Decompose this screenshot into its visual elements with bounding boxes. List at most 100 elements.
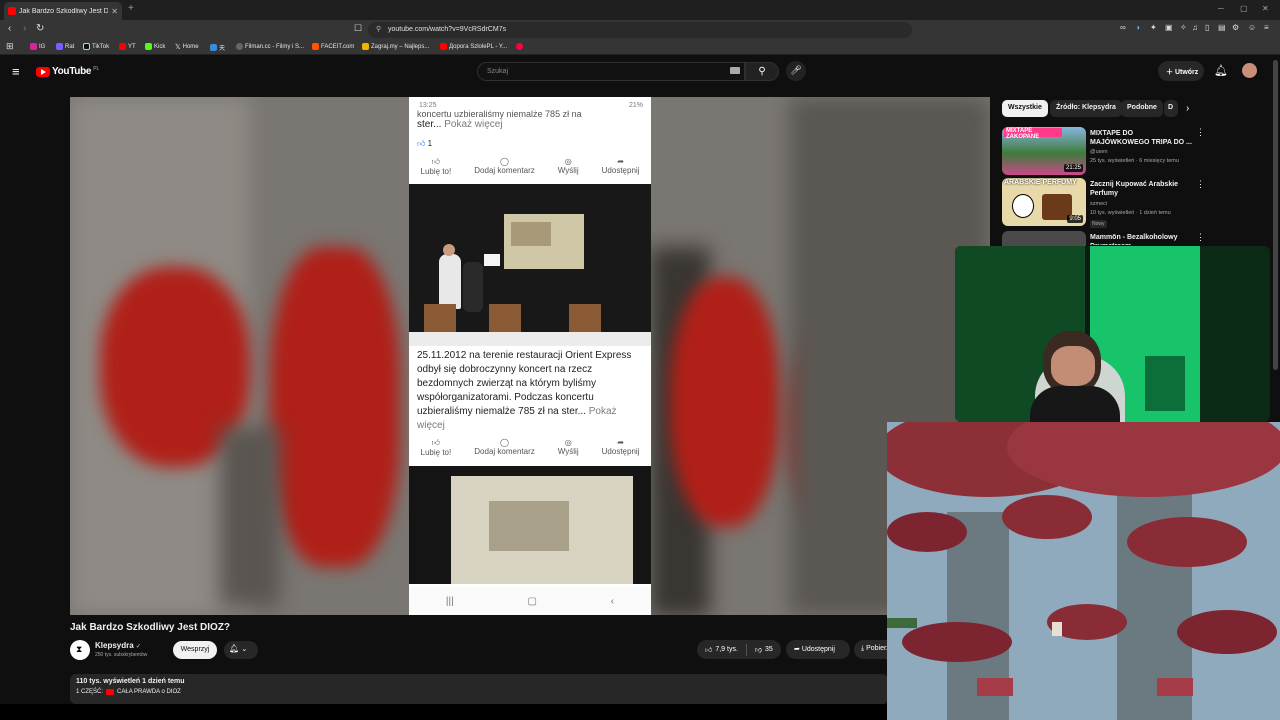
bookmark-tiktok[interactable]: TikTok xyxy=(83,43,109,50)
x-icon: 𝕏 xyxy=(175,44,181,51)
send-action[interactable]: ◎ Wyślij xyxy=(558,438,579,464)
recommendation-title[interactable]: MIXTAPE DO MAJÓWKOWEGO TRIPA DO ... xyxy=(1090,129,1192,147)
faceit-icon xyxy=(312,43,319,50)
bookmark-yt[interactable]: YT xyxy=(119,43,136,50)
channel-name[interactable]: Klepsydra ✓ xyxy=(95,641,141,650)
chip-source[interactable]: Źródło: Klepsydra xyxy=(1050,100,1122,117)
recent-apps-icon[interactable]: ||| xyxy=(446,596,454,607)
minimize-icon[interactable]: ─ xyxy=(1218,4,1224,13)
dislike-button[interactable]: 👎︎ 35 xyxy=(747,645,781,654)
show-more-link[interactable]: Pokaż więcej xyxy=(444,119,502,130)
hourglass-icon: ⧗ xyxy=(76,644,83,654)
desc-link[interactable]: CAŁA PRAWDA o DIOZ xyxy=(117,689,181,695)
recommendation-title[interactable]: Mammōn - Bezalkoholowy Drumstream xyxy=(1090,233,1192,245)
comment-action[interactable]: ◯ Dodaj komentarz xyxy=(474,157,534,183)
chip-all[interactable]: Wszystkie xyxy=(1002,100,1048,117)
share-action[interactable]: ➦ Udostępnij xyxy=(602,157,640,183)
recommendation-thumbnail[interactable] xyxy=(1002,231,1086,246)
logo-region: PL xyxy=(93,65,100,72)
thumbs-up-icon: 👍︎ xyxy=(431,438,441,447)
keyboard-icon[interactable] xyxy=(730,67,740,74)
menu-icon[interactable]: ≡ xyxy=(1264,23,1269,32)
recommendation-thumbnail[interactable]: ARABSKIE PERFUMY 9:05 xyxy=(1002,178,1086,226)
more-options-icon[interactable]: ⋮ xyxy=(1196,232,1205,243)
youtube-logo[interactable]: YouTube PL xyxy=(36,66,99,77)
extensions-puzzle-icon[interactable]: ✧ xyxy=(1180,23,1187,32)
extension-icon-3[interactable]: ✦ xyxy=(1150,23,1157,32)
sidebar-icon[interactable]: ▯ xyxy=(1205,23,1209,32)
bookmark-filman[interactable]: Filman.cc - Filmy i S... xyxy=(236,43,304,50)
back-icon[interactable]: ‹ xyxy=(8,23,11,34)
duration-badge: 9:05 xyxy=(1067,215,1083,223)
share-label: Udostępnij xyxy=(801,646,835,653)
action-label: Wyślij xyxy=(557,447,579,456)
close-tab-icon[interactable]: ✕ xyxy=(111,7,118,16)
bookmark-ig[interactable]: IG xyxy=(30,43,45,50)
recommendation-channel[interactable]: @usen xyxy=(1090,149,1108,155)
support-button[interactable]: Wesprzyj xyxy=(173,641,217,659)
bookmark-home[interactable]: 𝕏 Home xyxy=(175,43,199,51)
new-tab-button[interactable]: + xyxy=(128,3,134,14)
recommendation-channel[interactable]: szmeci xyxy=(1090,201,1107,207)
webcam-overlay xyxy=(955,246,1270,422)
bookmark-ten[interactable]: 天 xyxy=(210,43,225,52)
comment-action[interactable]: ◯ Dodaj komentarz xyxy=(474,438,534,464)
bookmark-label: YT xyxy=(128,43,136,50)
kick-icon xyxy=(145,43,152,50)
bookmark-szlole[interactable]: Дорога SzlolePL - Y... xyxy=(440,43,507,50)
address-bar[interactable]: ⚲ youtube.com/watch?v=9VcRSdrCM7s xyxy=(368,22,912,38)
bookmark-label: TikTok xyxy=(92,43,110,50)
reaction-row: 👍︎ 1 xyxy=(417,137,432,151)
site-info-icon[interactable]: ⚲ xyxy=(376,25,381,33)
more-options-icon[interactable]: ⋮ xyxy=(1196,179,1205,190)
bookmark-youtube-extra[interactable] xyxy=(516,43,525,50)
like-action[interactable]: 👍︎ Lubię to! xyxy=(421,438,452,464)
description-box[interactable] xyxy=(70,674,888,704)
recommendation-thumbnail[interactable]: MIXTAPE ZAKOPANE 21:25 xyxy=(1002,127,1086,175)
search-button[interactable]: ⚲ xyxy=(745,62,779,81)
cartoon-face xyxy=(1012,194,1034,218)
hamburger-menu-icon[interactable]: ≡ xyxy=(12,64,20,79)
like-action[interactable]: 👍︎ Lubię to! xyxy=(421,157,452,183)
extension-icon-4[interactable]: ▣ xyxy=(1165,23,1173,32)
voice-search-button[interactable]: 🎤︎ xyxy=(786,61,806,81)
bookmark-icon[interactable]: ☐ xyxy=(354,23,362,34)
wallet-icon[interactable]: ▤ xyxy=(1218,23,1226,32)
page-scrollbar[interactable] xyxy=(1273,60,1278,370)
vpn-icon[interactable]: ⚙ xyxy=(1232,23,1239,32)
forward-icon[interactable]: › xyxy=(23,23,26,34)
chevron-right-icon[interactable]: › xyxy=(1186,103,1189,114)
more-options-icon[interactable]: ⋮ xyxy=(1196,127,1205,138)
home-icon[interactable]: ▢ xyxy=(527,596,536,607)
reload-icon[interactable]: ↻ xyxy=(36,23,44,34)
account-avatar[interactable] xyxy=(1242,63,1257,78)
send-action[interactable]: ◎ Wyślij xyxy=(558,157,579,183)
like-button[interactable]: 👍︎ 7,9 tys. xyxy=(697,645,746,654)
apps-grid-icon[interactable]: ⊞ xyxy=(6,41,14,52)
recommendation-title[interactable]: Zacznij Kupować Arabskie Perfumy xyxy=(1090,180,1192,198)
media-icon[interactable]: ♫ xyxy=(1192,23,1198,32)
bookmark-faceit[interactable]: FACEIT.com xyxy=(312,43,354,50)
bookmark-rat[interactable]: Rat xyxy=(56,43,74,50)
subscribed-bell-button[interactable]: 🔔︎ ⌄ xyxy=(224,641,258,659)
extension-icon-2[interactable]: ◗ xyxy=(1136,23,1141,32)
profile-icon[interactable]: ☺ xyxy=(1248,23,1256,32)
back-arrow-icon[interactable]: ‹ xyxy=(611,596,614,607)
browser-tab-active[interactable]: Jak Bardzo Szkodliwy Jest DIOZ ✕ xyxy=(4,2,122,20)
share-button[interactable]: ➦ Udostępnij xyxy=(786,640,850,659)
search-input[interactable]: Szukaj xyxy=(477,62,745,81)
notifications-bell-icon[interactable]: 🔔︎ xyxy=(1214,64,1228,77)
action-label: Wyślij xyxy=(557,166,579,175)
maximize-icon[interactable]: ▢ xyxy=(1240,4,1248,13)
bookmark-kick[interactable]: Kick xyxy=(145,43,165,50)
chip-related[interactable]: Podobne xyxy=(1121,100,1163,117)
chip-more[interactable]: D xyxy=(1164,100,1178,117)
bookmark-zagraj[interactable]: Zagraj.my – Najleps... xyxy=(362,43,429,50)
recommendation-meta: 25 tys. wyświetleń · 6 miesięcy temu xyxy=(1090,158,1179,164)
close-window-icon[interactable]: ✕ xyxy=(1262,4,1269,13)
like-count: 7,9 tys. xyxy=(715,646,738,653)
extension-icon-1[interactable]: ∞ xyxy=(1120,23,1126,32)
share-action[interactable]: ➦ Udostępnij xyxy=(602,438,640,464)
channel-avatar[interactable]: ⧗ xyxy=(70,640,90,660)
create-button[interactable]: ＋ Utwórz xyxy=(1158,61,1204,81)
